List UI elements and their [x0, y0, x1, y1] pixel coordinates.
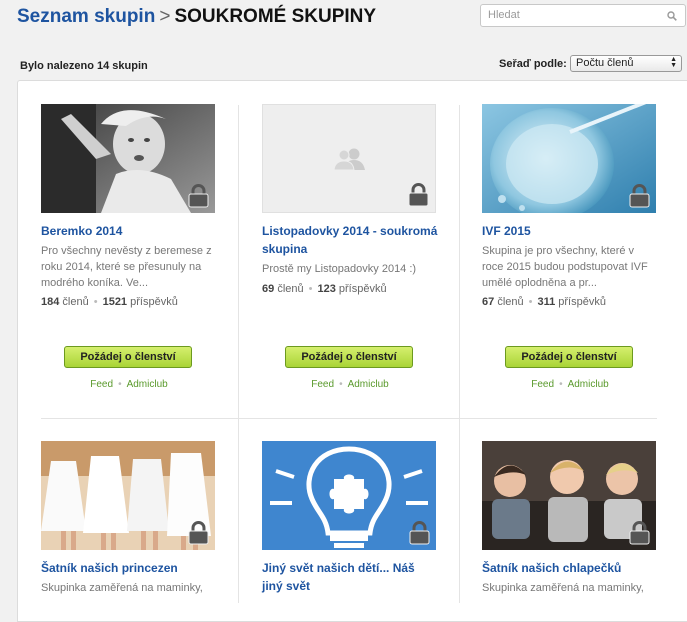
group-name-link[interactable]: Šatník našich princezen — [41, 559, 217, 577]
group-stats: 69 členů • 123 příspěvků — [262, 283, 387, 295]
members-count: 67 — [482, 296, 495, 308]
group-thumbnail[interactable] — [262, 441, 436, 550]
group-description: Pro všechny nevěsty z beremese z roku 20… — [41, 245, 212, 289]
group-name-link[interactable]: Šatník našich chlapečků — [482, 559, 658, 577]
links-separator: • — [339, 379, 343, 390]
request-membership-button[interactable]: Požádej o členství — [64, 346, 192, 368]
group-description: Prostě my Listopadovky 2014 :) — [262, 263, 417, 275]
admiclub-link[interactable]: Admiclub — [127, 379, 168, 390]
lock-icon — [188, 521, 209, 545]
group-name-link[interactable]: IVF 2015 — [482, 222, 658, 240]
breadcrumb: Seznam skupin > SOUKROMÉ SKUPINY — [17, 6, 376, 28]
posts-count: 123 — [317, 283, 336, 295]
members-label: členů — [497, 296, 524, 308]
search-box — [480, 4, 686, 27]
stats-separator: • — [528, 296, 533, 308]
sort-select[interactable]: Počtu členů ▲ ▼ — [570, 55, 682, 72]
lock-icon — [408, 183, 429, 207]
posts-label: příspěvků — [558, 296, 606, 308]
group-links: Feed • Admiclub — [41, 379, 217, 390]
stats-separator: • — [93, 296, 98, 308]
row-divider — [41, 418, 657, 419]
page-header: Seznam skupin > SOUKROMÉ SKUPINY — [0, 0, 687, 38]
lock-icon — [188, 184, 209, 208]
members-count: 184 — [41, 296, 60, 308]
page-title: SOUKROMÉ SKUPINY — [174, 6, 377, 27]
search-input[interactable] — [488, 9, 658, 21]
group-links: Feed • Admiclub — [262, 379, 438, 390]
group-stats: 67 členů • 311 příspěvků — [482, 296, 606, 308]
lock-icon — [629, 521, 650, 545]
members-label: členů — [62, 296, 89, 308]
group-description: Skupina je pro všechny, které v roce 201… — [482, 245, 648, 289]
links-separator: • — [559, 379, 563, 390]
sort-label: Seřaď podle: — [499, 58, 567, 70]
group-thumbnail[interactable] — [482, 104, 656, 213]
group-name-link[interactable]: Jiný svět našich dětí... Náš jiný svět — [262, 559, 438, 595]
lock-icon — [409, 521, 430, 545]
group-placeholder-icon — [333, 148, 365, 171]
group-name-link[interactable]: Listopadovky 2014 - soukromá skupina — [262, 222, 438, 258]
column-divider — [238, 105, 239, 603]
admiclub-link[interactable]: Admiclub — [568, 379, 609, 390]
lock-icon — [629, 184, 650, 208]
members-label: členů — [277, 283, 304, 295]
group-thumbnail[interactable] — [41, 441, 215, 550]
select-arrows-icon: ▲ ▼ — [670, 56, 677, 69]
column-divider — [459, 105, 460, 603]
links-separator: • — [118, 379, 122, 390]
group-thumbnail[interactable] — [482, 441, 656, 550]
search-icon[interactable] — [667, 11, 677, 21]
feed-link[interactable]: Feed — [311, 379, 334, 390]
posts-label: příspěvků — [338, 283, 387, 295]
result-count: Bylo nalezeno 14 skupin — [20, 60, 148, 72]
group-description: Skupinka zaměřená na maminky, — [41, 582, 203, 594]
sort-select-value: Počtu členů — [576, 57, 634, 69]
request-membership-button[interactable]: Požádej o členství — [505, 346, 633, 368]
admiclub-link[interactable]: Admiclub — [348, 379, 389, 390]
group-name-link[interactable]: Beremko 2014 — [41, 222, 217, 240]
posts-count: 311 — [537, 296, 556, 308]
stats-separator: • — [308, 283, 313, 295]
breadcrumb-link-groups[interactable]: Seznam skupin — [17, 6, 155, 27]
posts-count: 1521 — [102, 296, 128, 308]
members-count: 69 — [262, 283, 275, 295]
group-stats: 184 členů • 1521 příspěvků — [41, 296, 178, 308]
group-links: Feed • Admiclub — [482, 379, 658, 390]
posts-label: příspěvků — [130, 296, 178, 308]
group-thumbnail[interactable] — [41, 104, 215, 213]
group-thumbnail[interactable] — [262, 104, 436, 213]
group-description: Skupinka zaměřená na maminky, — [482, 582, 644, 594]
breadcrumb-separator: > — [159, 6, 171, 27]
feed-link[interactable]: Feed — [531, 379, 554, 390]
feed-link[interactable]: Feed — [90, 379, 113, 390]
request-membership-button[interactable]: Požádej o členství — [285, 346, 413, 368]
